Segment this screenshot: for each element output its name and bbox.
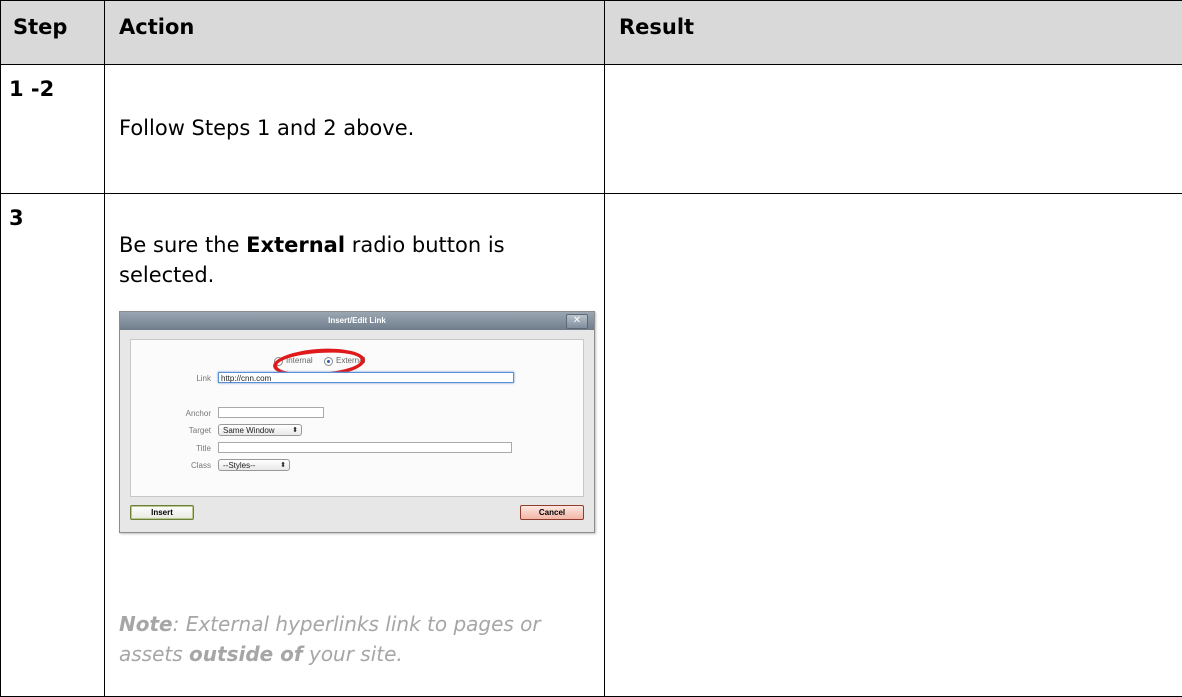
updown-arrow-icon: ⬍ — [292, 425, 298, 436]
class-select[interactable]: --Styles-- ⬍ — [218, 459, 290, 471]
dialog-title: Insert/Edit Link — [120, 312, 594, 330]
step-number: 3 — [1, 194, 104, 230]
class-value: --Styles-- — [223, 461, 255, 470]
header-action: Action — [105, 1, 605, 65]
target-select[interactable]: Same Window ⬍ — [218, 424, 302, 436]
result-cell — [605, 194, 1182, 697]
action-text: Follow Steps 1 and 2 above. — [105, 65, 604, 143]
table-row: 1 -2 Follow Steps 1 and 2 above. — [1, 65, 1182, 194]
title-input[interactable] — [218, 442, 512, 453]
close-icon[interactable]: ✕ — [566, 314, 588, 329]
target-label: Target — [151, 426, 211, 435]
action-cell: Follow Steps 1 and 2 above. — [105, 65, 605, 194]
action-emphasis: External — [246, 233, 345, 257]
dialog-panel: Internal External Link http://cnn.com An… — [130, 339, 584, 497]
action-text: Be sure the External radio button is sel… — [105, 194, 589, 290]
header-row: Step Action Result — [1, 1, 1182, 65]
note-emphasis: outside of — [189, 642, 303, 666]
note-body-2: your site. — [303, 642, 403, 666]
step-cell: 3 — [1, 194, 105, 697]
class-label: Class — [151, 461, 211, 470]
link-label: Link — [151, 374, 211, 383]
target-value: Same Window — [223, 426, 275, 435]
steps-table: Step Action Result 1 -2 Follow Steps 1 a… — [0, 0, 1182, 697]
insert-button[interactable]: Insert — [130, 505, 194, 520]
action-prefix: Be sure the — [119, 233, 246, 257]
anchor-input[interactable] — [218, 407, 324, 418]
header-step: Step — [1, 1, 105, 65]
header-result: Result — [605, 1, 1182, 65]
cancel-button[interactable]: Cancel — [520, 505, 584, 520]
updown-arrow-icon: ⬍ — [280, 460, 286, 471]
result-cell — [605, 65, 1182, 194]
action-cell: Be sure the External radio button is sel… — [105, 194, 605, 697]
note-label: Note — [119, 612, 173, 636]
note-text: Note: External hyperlinks link to pages … — [105, 609, 589, 669]
step-cell: 1 -2 — [1, 65, 105, 194]
insert-edit-link-dialog: Insert/Edit Link ✕ Internal External Lin… — [119, 311, 595, 533]
table-row: 3 Be sure the External radio button is s… — [1, 194, 1182, 697]
anchor-label: Anchor — [151, 409, 211, 418]
step-number: 1 -2 — [1, 65, 104, 101]
link-input[interactable]: http://cnn.com — [218, 372, 514, 383]
title-label: Title — [151, 444, 211, 453]
